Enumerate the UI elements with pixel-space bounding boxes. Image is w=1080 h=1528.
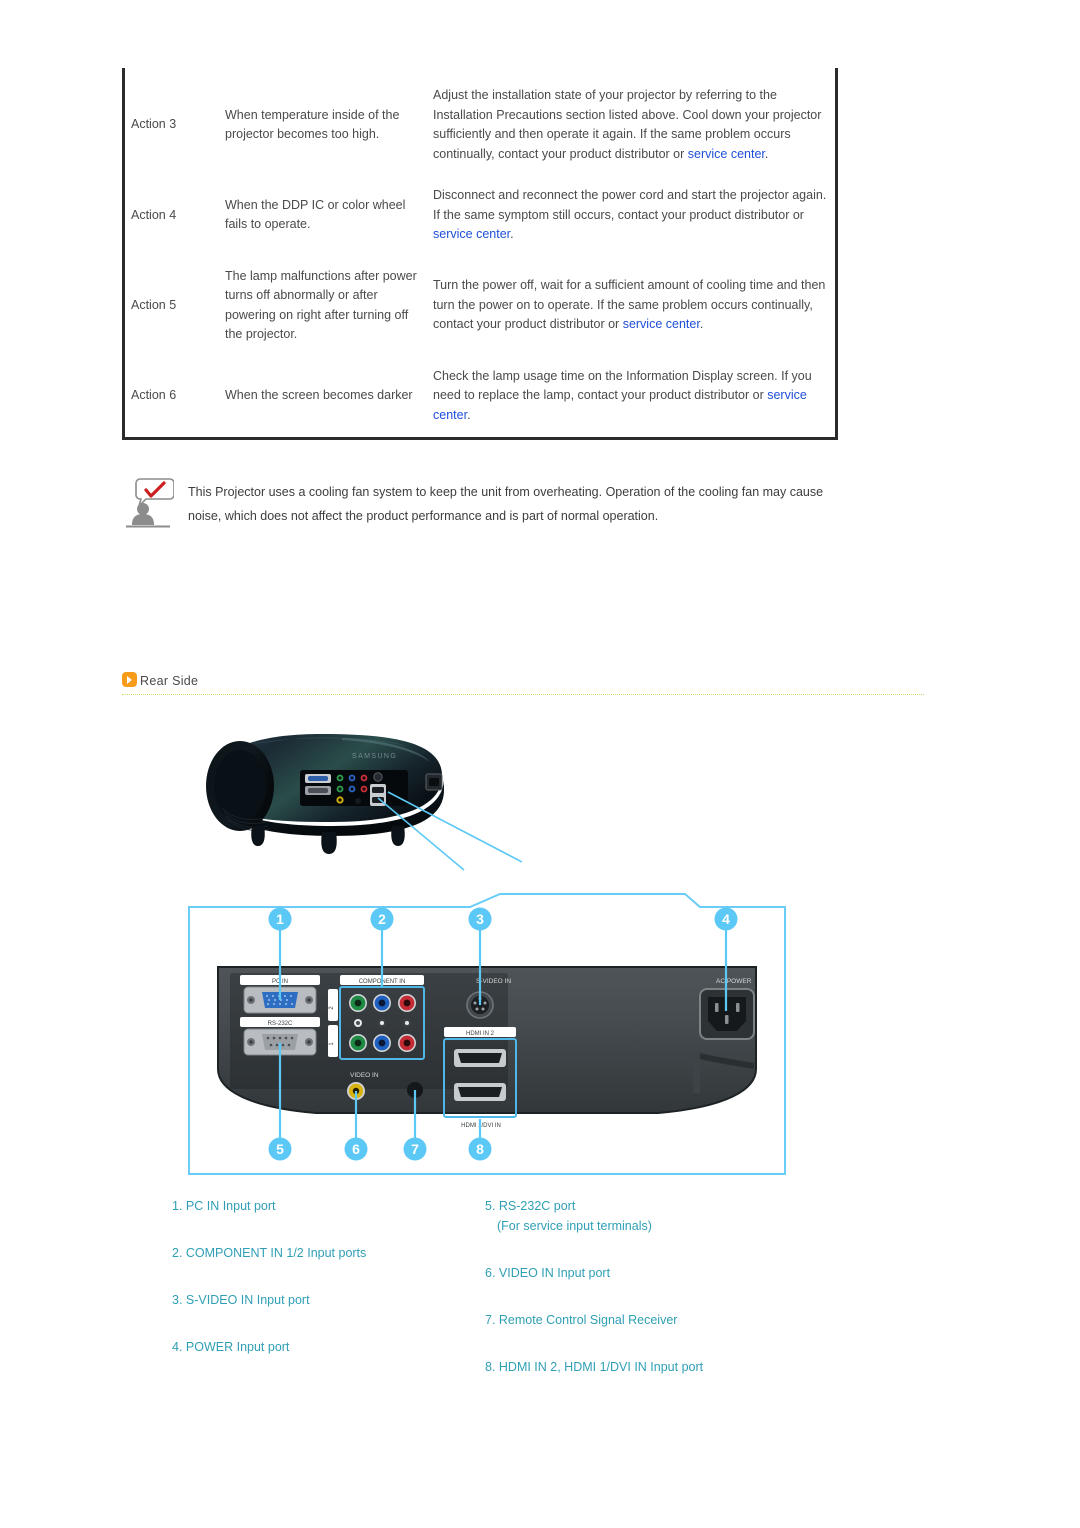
troubleshooting-table: Action 3 When temperature inside of the p… — [122, 68, 838, 440]
callout-number-1: 1 — [276, 911, 284, 927]
callout-number-6: 6 — [352, 1141, 360, 1157]
action-label: Action 6 — [131, 388, 177, 402]
svg-text:AC POWER: AC POWER — [716, 978, 752, 985]
chevron-right-icon — [122, 672, 137, 687]
symptom-text: When temperature inside of the projector… — [225, 107, 400, 142]
note-text: This Projector uses a cooling fan system… — [188, 485, 824, 523]
legend-item-1: 1. PC IN Input port — [172, 1199, 276, 1213]
svg-text:HDMI IN 2: HDMI IN 2 — [466, 1031, 495, 1037]
action-label: Action 5 — [131, 297, 177, 312]
svg-text:RS-232C: RS-232C — [268, 1021, 293, 1027]
callout-number-5: 5 — [276, 1141, 284, 1157]
rear-panel-callout-diagram: PC IN RS-232C COMPONENT IN 2 1 VIDEO IN … — [188, 893, 786, 1175]
callout-number-2: 2 — [378, 911, 386, 927]
service-center-link[interactable]: service center — [623, 317, 700, 331]
remedy-text: Turn the power off, wait for a sufficien… — [433, 278, 826, 332]
symptom-text: When the screen becomes darker — [225, 388, 413, 402]
svg-text:SAMSUNG: SAMSUNG — [352, 753, 397, 760]
legend-item-6: 6. VIDEO IN Input port — [485, 1266, 611, 1280]
remedy-text: Check the lamp usage time on the Informa… — [433, 368, 812, 422]
section-divider — [122, 694, 924, 695]
legend-item-4: 4. POWER Input port — [172, 1340, 290, 1354]
action-label: Action 3 — [131, 117, 177, 132]
port-legend-right-column: 5. RS-232C port (For service input termin… — [485, 1196, 815, 1404]
table-row: Action 5 The lamp malfunctions after powe… — [125, 257, 835, 357]
port-legend-left-column: 1. PC IN Input port 2. COMPONENT IN 1/2 I… — [172, 1196, 472, 1384]
service-center-link[interactable]: service center — [433, 227, 510, 241]
legend-item-7: 7. Remote Control Signal Receiver — [485, 1313, 678, 1327]
callout-number-3: 3 — [476, 911, 484, 927]
table-row: Action 3 When temperature inside of the p… — [125, 68, 835, 176]
svg-text:VIDEO IN: VIDEO IN — [350, 1072, 379, 1079]
service-center-link[interactable]: service center — [433, 388, 807, 422]
table-row: Action 4 When the DDP IC or color wheel f… — [125, 176, 835, 257]
table-row: Action 6 When the screen becomes darker Ch… — [125, 357, 835, 438]
symptom-text: The lamp malfunctions after power turns … — [225, 268, 417, 342]
section-header-rear-side: Rear Side — [122, 672, 922, 696]
legend-item-3: 3. S-VIDEO IN Input port — [172, 1293, 310, 1307]
remedy-text: Adjust the installation state of your pr… — [433, 88, 822, 161]
legend-item-2: 2. COMPONENT IN 1/2 Input ports — [172, 1246, 367, 1260]
troubleshooting-table-body: Action 3 When temperature inside of the p… — [125, 68, 835, 437]
callout-number-4: 4 — [722, 911, 730, 927]
remedy-text: Disconnect and reconnect the power cord … — [433, 188, 827, 241]
callout-number-8: 8 — [476, 1141, 484, 1157]
legend-item-8: 8. HDMI IN 2, HDMI 1/DVI IN Input port — [485, 1360, 704, 1374]
callout-number-7: 7 — [411, 1141, 419, 1157]
svg-text:S-VIDEO IN: S-VIDEO IN — [476, 978, 511, 985]
section-title: Rear Side — [140, 674, 199, 688]
symptom-text: When the DDP IC or color wheel fails to … — [225, 197, 406, 232]
projector-rear-photo: SAMSUNG — [192, 722, 523, 872]
action-label: Action 4 — [131, 207, 177, 222]
note-block: This Projector uses a cooling fan system… — [126, 476, 838, 528]
service-center-link[interactable]: service center — [688, 147, 765, 161]
person-speech-bubble-check-icon — [126, 476, 175, 528]
legend-item-5: 5. RS-232C port (For service input termin… — [485, 1196, 815, 1236]
legend-item-sub: (For service input terminals) — [497, 1219, 652, 1233]
